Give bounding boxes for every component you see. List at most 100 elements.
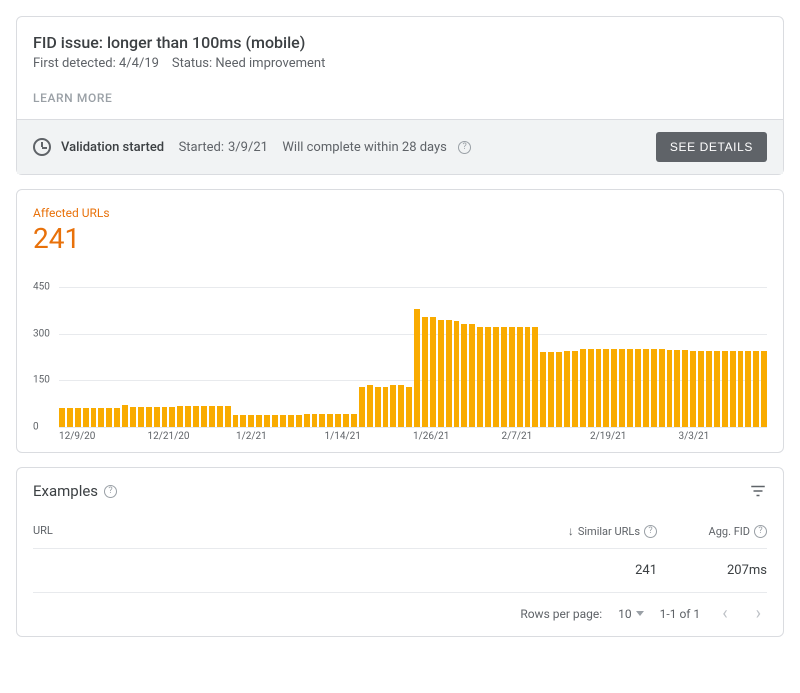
chart-bars [59, 287, 767, 427]
help-icon[interactable]: ? [104, 485, 117, 498]
learn-more-link[interactable]: LEARN MORE [33, 91, 767, 105]
rows-per-page-label: Rows per page: [520, 607, 602, 621]
column-url[interactable]: URL [33, 524, 517, 538]
chart-bar [682, 350, 688, 427]
pagination: Rows per page: 10 1-1 of 1 ‹ › [33, 593, 767, 626]
chart-bar [477, 327, 483, 427]
chart-bar [446, 320, 452, 427]
chart-bar [706, 351, 712, 427]
see-details-button[interactable]: SEE DETAILS [656, 132, 767, 162]
chart-bar [461, 324, 467, 427]
chart-bar [146, 407, 152, 427]
chart-bar [67, 408, 73, 427]
chart-bar [580, 349, 586, 427]
chart-bar [59, 408, 65, 427]
column-agg-fid[interactable]: Agg. FID ? [657, 524, 767, 538]
chart-bar [619, 349, 625, 427]
validation-complete-text: Will complete within 28 days [282, 140, 447, 155]
chart-bar [690, 351, 696, 427]
column-similar-urls[interactable]: ↓ Similar URLs ? [517, 524, 657, 538]
chart-bar [367, 385, 373, 427]
chart-bar [540, 352, 546, 427]
chart-bar [572, 351, 578, 427]
next-page-button[interactable]: › [750, 603, 767, 624]
chart-bar [288, 415, 294, 427]
first-detected-value: 4/4/19 [119, 56, 159, 71]
chart-bar [130, 407, 136, 427]
chart-bar [233, 415, 239, 427]
chart-x-tick: 1/2/21 [236, 431, 325, 442]
chart-bar [469, 324, 475, 427]
help-icon[interactable]: ? [754, 525, 767, 538]
prev-page-button[interactable]: ‹ [716, 603, 733, 624]
chart-bar [106, 408, 112, 427]
chart-bar [154, 407, 160, 427]
help-icon[interactable]: ? [458, 141, 471, 154]
chart-bar [738, 351, 744, 427]
examples-card: Examples ? URL ↓ Similar URLs ? Agg. FID… [16, 467, 784, 637]
table-row[interactable]: 241 207ms [33, 549, 767, 593]
chart-bar [588, 349, 594, 427]
chart-x-tick: 1/26/21 [413, 431, 502, 442]
chart-section: Affected URLs 241 0150300450 12/9/2012/2… [17, 190, 783, 452]
chart-bar [674, 350, 680, 427]
chart-x-axis: 12/9/2012/21/201/2/211/14/211/26/212/7/2… [33, 431, 767, 442]
chart-bar [256, 415, 262, 427]
chart-bar [177, 406, 183, 427]
chart-bar [225, 406, 231, 427]
chart-bar [667, 350, 673, 427]
chart-bar [532, 327, 538, 427]
chart-bar [698, 351, 704, 427]
chart-bar [485, 327, 491, 427]
chart-bar [375, 387, 381, 427]
chart-bar [406, 387, 412, 427]
chart-bar [217, 406, 223, 427]
chart-bar [138, 407, 144, 427]
chart-y-tick: 150 [33, 375, 50, 386]
chart-bar [722, 351, 728, 427]
chart-bar [525, 327, 531, 427]
chart-bar [327, 414, 333, 427]
sort-arrow-down-icon: ↓ [568, 524, 574, 538]
chart-bar [635, 349, 641, 427]
chart-bar [430, 317, 436, 427]
chart-bar [383, 387, 389, 427]
cell-similar: 241 [517, 563, 657, 578]
chart-bar [651, 349, 657, 427]
chart-bar [304, 414, 310, 427]
chart-bar [75, 408, 81, 427]
chart-bar [422, 317, 428, 427]
help-icon[interactable]: ? [644, 525, 657, 538]
chart-bar [745, 351, 751, 427]
chart-bar [351, 414, 357, 427]
chart-bar [114, 408, 120, 427]
validation-text: Validation started Started: 3/9/21 Will … [61, 140, 471, 155]
examples-section: Examples ? URL ↓ Similar URLs ? Agg. FID… [17, 468, 783, 636]
filter-icon[interactable] [749, 482, 767, 500]
chart-bar [319, 414, 325, 427]
chart-bar [83, 408, 89, 427]
table-header: URL ↓ Similar URLs ? Agg. FID ? [33, 524, 767, 549]
status-value: Need improvement [215, 56, 325, 71]
chart-bar [493, 327, 499, 427]
rows-per-page-select[interactable]: 10 [618, 607, 644, 621]
chart-bar [335, 414, 341, 427]
affected-urls-count: 241 [33, 222, 767, 255]
chart-bar [209, 406, 215, 427]
chart-bar [596, 349, 602, 427]
cell-url [33, 563, 517, 578]
chart-bar [730, 351, 736, 427]
affected-urls-label: Affected URLs [33, 206, 767, 220]
chart-x-tick: 12/9/20 [59, 431, 148, 442]
chart-x-tick: 2/19/21 [590, 431, 679, 442]
chart-bar [201, 406, 207, 427]
chart-bar [193, 406, 199, 427]
chart-bar [611, 349, 617, 427]
chart-bar [264, 415, 270, 427]
chart-bar [714, 351, 720, 427]
chart-bar [91, 408, 97, 427]
chart-bar [564, 351, 570, 427]
chart-bar [556, 352, 562, 427]
chart-bar [169, 407, 175, 427]
pagination-range: 1-1 of 1 [660, 607, 701, 621]
